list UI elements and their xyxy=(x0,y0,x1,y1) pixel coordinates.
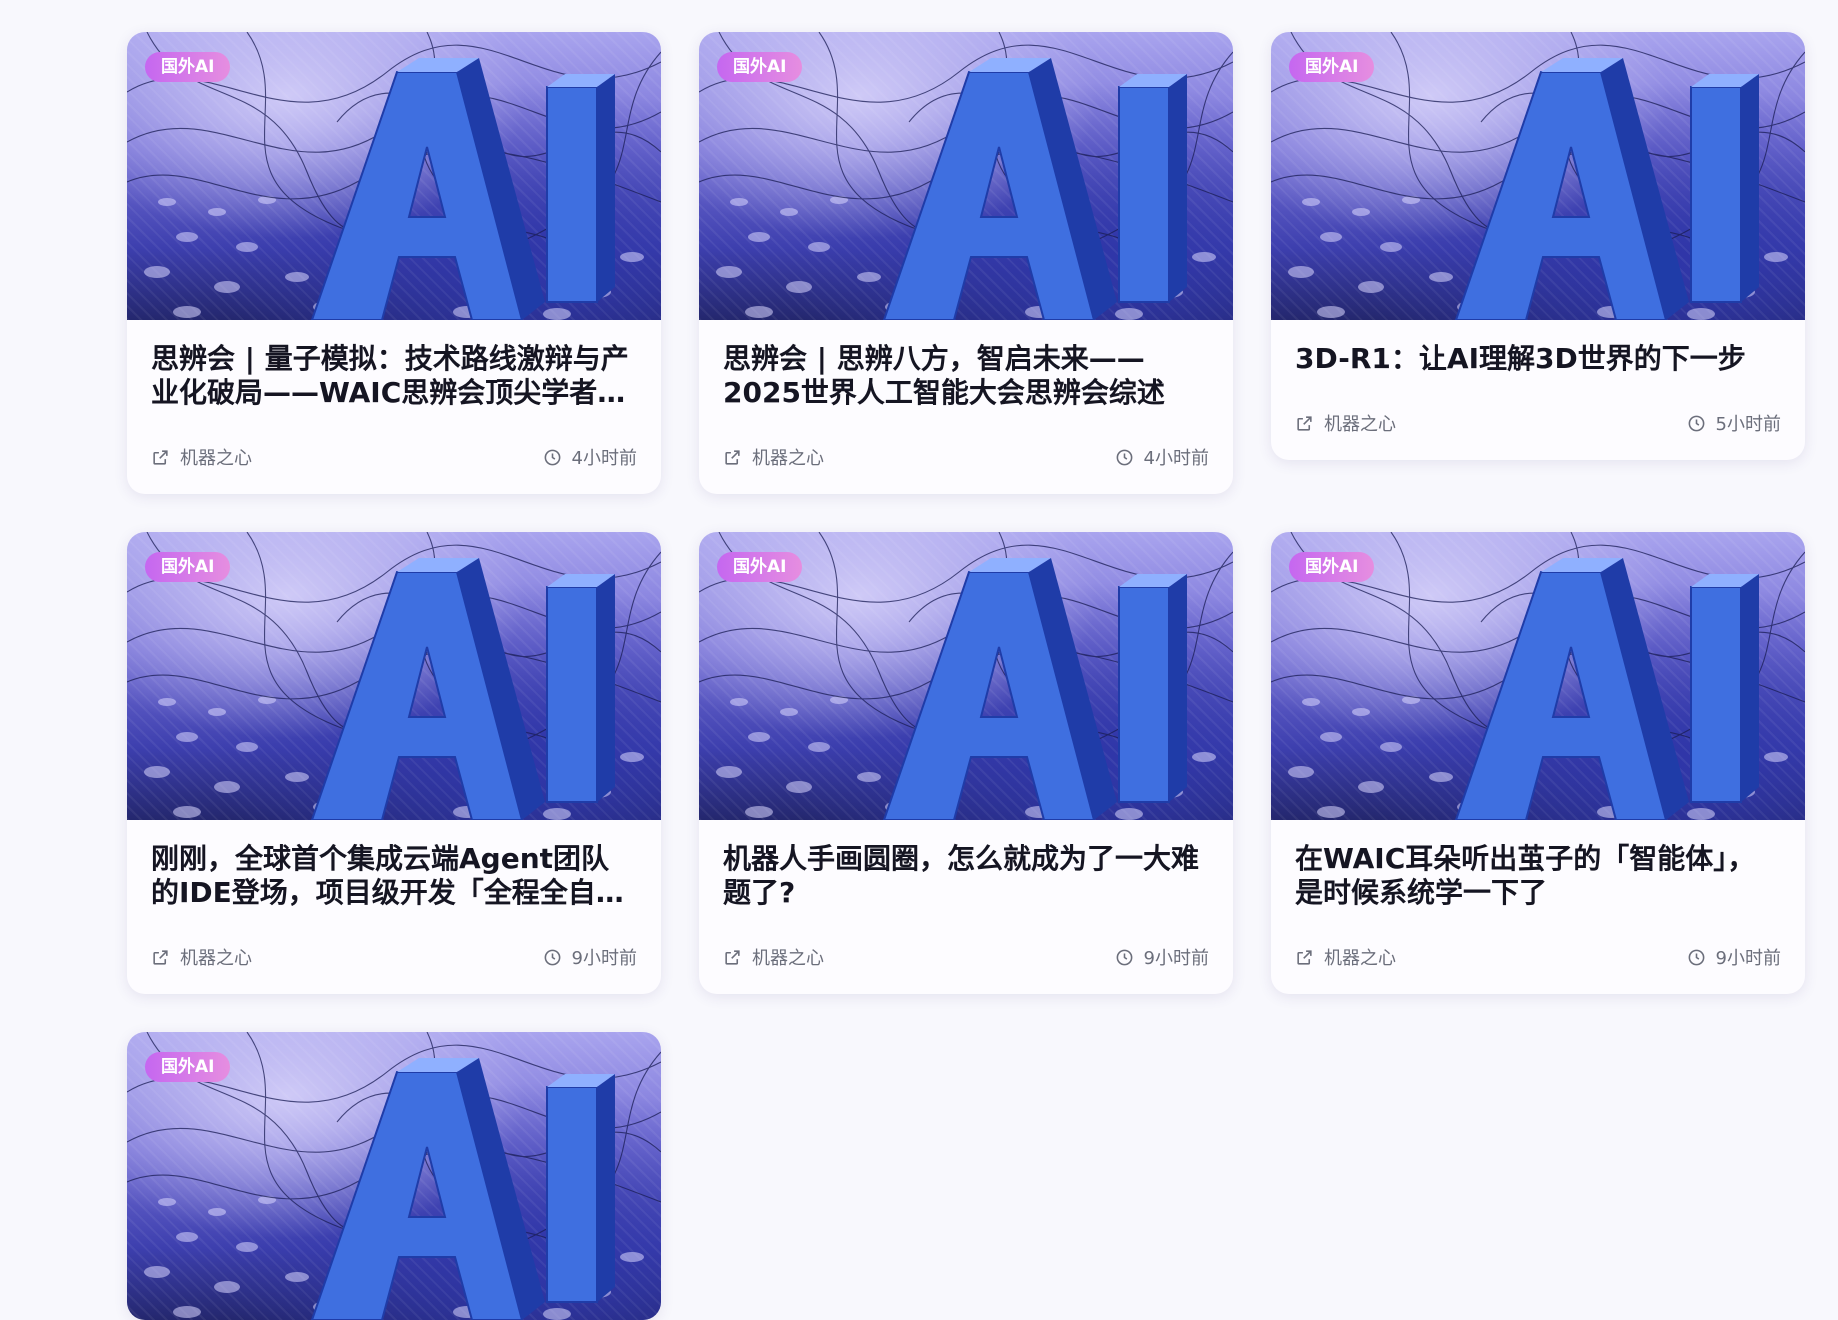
clock-icon xyxy=(1116,449,1132,465)
article-source[interactable]: 机器之心 xyxy=(1295,410,1396,436)
article-title[interactable]: 思辨会 | 量子模拟：技术路线激辩与产业化破局——WAIC思辨会顶尖学者共议… xyxy=(151,342,637,410)
article-meta: 机器之心 9小时前 xyxy=(723,944,1209,970)
article-time: 4小时前 xyxy=(543,444,637,470)
category-tag: 国外AI xyxy=(145,552,231,582)
article-card[interactable]: 国外AI 刚刚，全球首个集成云端Agent团队的IDE登场，项目级开发「全程全自… xyxy=(127,532,661,994)
article-source[interactable]: 机器之心 xyxy=(723,444,824,470)
category-tag: 国外AI xyxy=(1289,552,1375,582)
article-time: 4小时前 xyxy=(1115,444,1209,470)
article-meta: 机器之心 9小时前 xyxy=(151,944,637,970)
article-thumbnail[interactable]: 国外AI xyxy=(127,32,661,320)
external-link-icon xyxy=(1297,949,1312,965)
external-link-icon xyxy=(153,949,168,965)
article-thumbnail[interactable]: 国外AI xyxy=(127,1032,661,1320)
category-tag: 国外AI xyxy=(145,1052,231,1082)
article-time: 5小时前 xyxy=(1687,410,1781,436)
time-label: 4小时前 xyxy=(1143,448,1209,469)
external-link-icon xyxy=(153,449,168,465)
clock-icon xyxy=(1116,949,1132,965)
clock-icon xyxy=(544,449,560,465)
article-title[interactable]: 机器人手画圆圈，怎么就成为了一大难题了? xyxy=(723,842,1209,910)
article-source[interactable]: 机器之心 xyxy=(151,444,252,470)
article-thumbnail[interactable]: 国外AI xyxy=(1271,32,1805,320)
article-title[interactable]: 刚刚，全球首个集成云端Agent团队的IDE登场，项目级开发「全程全自动」 xyxy=(151,842,637,910)
source-label: 机器之心 xyxy=(752,948,824,969)
time-label: 5小时前 xyxy=(1715,414,1781,435)
external-link-icon xyxy=(1297,415,1312,431)
time-label: 4小时前 xyxy=(571,448,637,469)
external-link-icon xyxy=(725,949,740,965)
article-card[interactable]: 国外AI 思辨会 | 量子模拟：技术路线激辩与产业化破局——WAIC思辨会顶尖学… xyxy=(127,32,661,494)
article-card[interactable]: 国外AI 机器人手画圆圈，怎么就成为了一大难题了? 机器之心 9小时前 xyxy=(699,532,1233,994)
article-source[interactable]: 机器之心 xyxy=(151,944,252,970)
external-link-icon xyxy=(725,449,740,465)
article-card[interactable]: 国外AI 在WAIC耳朵听出茧子的「智能体」，是时候系统学一下了 机器之心 9小… xyxy=(1271,532,1805,994)
article-time: 9小时前 xyxy=(543,944,637,970)
article-thumbnail[interactable]: 国外AI xyxy=(699,532,1233,820)
article-meta: 机器之心 5小时前 xyxy=(1295,410,1781,436)
clock-icon xyxy=(544,949,560,965)
article-card[interactable]: 国外AI xyxy=(127,1032,661,1320)
article-time: 9小时前 xyxy=(1115,944,1209,970)
article-thumbnail[interactable]: 国外AI xyxy=(127,532,661,820)
article-body: 在WAIC耳朵听出茧子的「智能体」，是时候系统学一下了 机器之心 9小时前 xyxy=(1271,820,1805,994)
article-thumbnail[interactable]: 国外AI xyxy=(699,32,1233,320)
clock-icon xyxy=(1688,949,1704,965)
article-body: 3D-R1：让AI理解3D世界的下一步 机器之心 5小时前 xyxy=(1271,320,1805,460)
article-meta: 机器之心 9小时前 xyxy=(1295,944,1781,970)
article-body: 刚刚，全球首个集成云端Agent团队的IDE登场，项目级开发「全程全自动」 机器… xyxy=(127,820,661,994)
source-label: 机器之心 xyxy=(180,948,252,969)
article-card[interactable]: 国外AI 3D-R1：让AI理解3D世界的下一步 机器之心 5小时前 xyxy=(1271,32,1805,460)
article-title[interactable]: 思辨会 | 思辨八方，智启未来——2025世界人工智能大会思辨会综述 xyxy=(723,342,1209,410)
article-thumbnail[interactable]: 国外AI xyxy=(1271,532,1805,820)
source-label: 机器之心 xyxy=(1324,414,1396,435)
article-card[interactable]: 国外AI 思辨会 | 思辨八方，智启未来——2025世界人工智能大会思辨会综述 … xyxy=(699,32,1233,494)
article-title[interactable]: 在WAIC耳朵听出茧子的「智能体」，是时候系统学一下了 xyxy=(1295,842,1781,910)
article-body: 思辨会 | 思辨八方，智启未来——2025世界人工智能大会思辨会综述 机器之心 … xyxy=(699,320,1233,494)
source-label: 机器之心 xyxy=(752,448,824,469)
time-label: 9小时前 xyxy=(1143,948,1209,969)
category-tag: 国外AI xyxy=(145,52,231,82)
article-time: 9小时前 xyxy=(1687,944,1781,970)
article-meta: 机器之心 4小时前 xyxy=(723,444,1209,470)
article-source[interactable]: 机器之心 xyxy=(723,944,824,970)
time-label: 9小时前 xyxy=(1715,948,1781,969)
article-meta: 机器之心 4小时前 xyxy=(151,444,637,470)
source-label: 机器之心 xyxy=(1324,948,1396,969)
article-body: 机器人手画圆圈，怎么就成为了一大难题了? 机器之心 9小时前 xyxy=(699,820,1233,994)
article-grid: 国外AI 思辨会 | 量子模拟：技术路线激辩与产业化破局——WAIC思辨会顶尖学… xyxy=(127,32,1805,1320)
category-tag: 国外AI xyxy=(717,552,803,582)
category-tag: 国外AI xyxy=(717,52,803,82)
article-title[interactable]: 3D-R1：让AI理解3D世界的下一步 xyxy=(1295,342,1781,376)
clock-icon xyxy=(1688,415,1704,431)
category-tag: 国外AI xyxy=(1289,52,1375,82)
article-source[interactable]: 机器之心 xyxy=(1295,944,1396,970)
source-label: 机器之心 xyxy=(180,448,252,469)
article-body: 思辨会 | 量子模拟：技术路线激辩与产业化破局——WAIC思辨会顶尖学者共议… … xyxy=(127,320,661,494)
time-label: 9小时前 xyxy=(571,948,637,969)
